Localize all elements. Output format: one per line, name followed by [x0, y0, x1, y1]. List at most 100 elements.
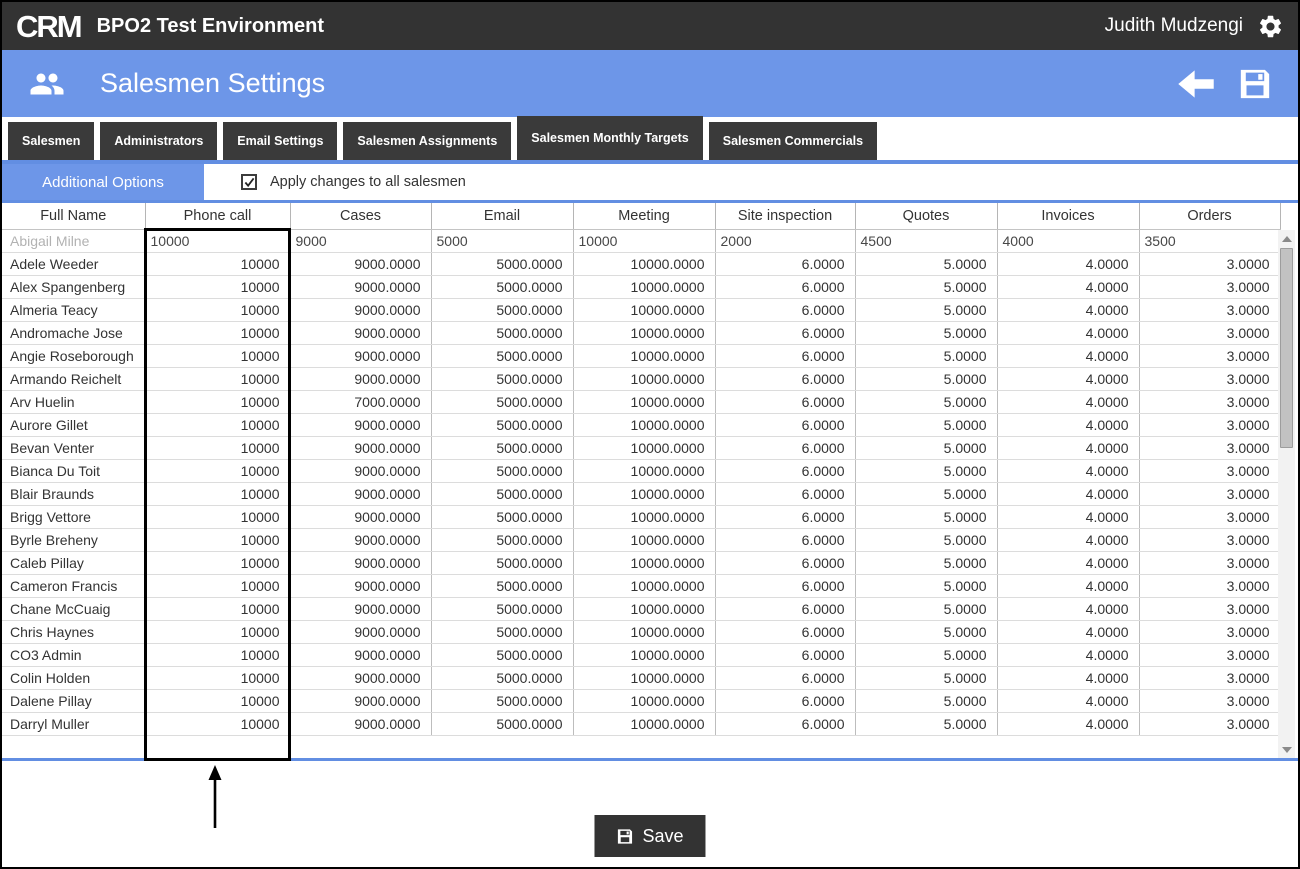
cell-phone-call[interactable]: 10000 — [145, 551, 290, 574]
cell-site-inspection[interactable]: 6.0000 — [715, 275, 855, 298]
cell-orders[interactable]: 3.0000 — [1139, 367, 1280, 390]
cell-phone-call[interactable]: 10000 — [145, 620, 290, 643]
cell-meeting[interactable]: 10000.0000 — [573, 459, 715, 482]
cell-site-inspection[interactable]: 6.0000 — [715, 436, 855, 459]
cell-orders[interactable]: 3.0000 — [1139, 666, 1280, 689]
cell-invoices[interactable]: 4.0000 — [997, 436, 1139, 459]
cell-quotes[interactable]: 5.0000 — [855, 712, 997, 735]
column-header-full-name[interactable]: Full Name — [2, 203, 145, 229]
cell-cases[interactable]: 9000.0000 — [290, 643, 431, 666]
cell-full-name[interactable]: Brigg Vettore — [2, 505, 145, 528]
cell-meeting[interactable]: 10000.0000 — [573, 666, 715, 689]
gear-icon[interactable] — [1257, 13, 1284, 40]
cell-phone-call[interactable]: 10000 — [145, 344, 290, 367]
cell-cases[interactable]: 9000.0000 — [290, 574, 431, 597]
cell-full-name[interactable]: Abigail Milne — [2, 229, 145, 252]
cell-phone-call[interactable]: 10000 — [145, 229, 290, 252]
column-header-quotes[interactable]: Quotes — [855, 203, 997, 229]
cell-site-inspection[interactable]: 6.0000 — [715, 528, 855, 551]
cell-cases[interactable]: 9000.0000 — [290, 367, 431, 390]
cell-orders[interactable]: 3.0000 — [1139, 344, 1280, 367]
cell-orders[interactable]: 3.0000 — [1139, 459, 1280, 482]
cell-full-name[interactable]: Bevan Venter — [2, 436, 145, 459]
cell-meeting[interactable]: 10000.0000 — [573, 252, 715, 275]
column-header-site-inspection[interactable]: Site inspection — [715, 203, 855, 229]
cell-orders[interactable]: 3.0000 — [1139, 298, 1280, 321]
cell-site-inspection[interactable]: 6.0000 — [715, 505, 855, 528]
cell-invoices[interactable]: 4000 — [997, 229, 1139, 252]
column-header-email[interactable]: Email — [431, 203, 573, 229]
column-header-meeting[interactable]: Meeting — [573, 203, 715, 229]
cell-phone-call[interactable]: 10000 — [145, 459, 290, 482]
cell-email[interactable]: 5000 — [431, 229, 573, 252]
cell-email[interactable]: 5000.0000 — [431, 620, 573, 643]
cell-site-inspection[interactable]: 6.0000 — [715, 689, 855, 712]
cell-meeting[interactable]: 10000.0000 — [573, 597, 715, 620]
cell-meeting[interactable]: 10000.0000 — [573, 275, 715, 298]
cell-email[interactable]: 5000.0000 — [431, 321, 573, 344]
cell-cases[interactable]: 9000.0000 — [290, 459, 431, 482]
cell-site-inspection[interactable]: 6.0000 — [715, 620, 855, 643]
cell-cases[interactable]: 7000.0000 — [290, 390, 431, 413]
tab-salesmen[interactable]: Salesmen — [8, 122, 94, 160]
cell-orders[interactable]: 3.0000 — [1139, 275, 1280, 298]
cell-email[interactable]: 5000.0000 — [431, 482, 573, 505]
save-button[interactable]: Save — [594, 815, 705, 857]
cell-full-name[interactable]: Colin Holden — [2, 666, 145, 689]
tab-salesmen-assignments[interactable]: Salesmen Assignments — [343, 122, 511, 160]
cell-cases[interactable]: 9000.0000 — [290, 275, 431, 298]
cell-full-name[interactable]: Caleb Pillay — [2, 551, 145, 574]
cell-quotes[interactable]: 5.0000 — [855, 298, 997, 321]
cell-invoices[interactable]: 4.0000 — [997, 275, 1139, 298]
cell-phone-call[interactable]: 10000 — [145, 275, 290, 298]
cell-phone-call[interactable]: 10000 — [145, 643, 290, 666]
cell-site-inspection[interactable]: 2000 — [715, 229, 855, 252]
cell-email[interactable]: 5000.0000 — [431, 367, 573, 390]
cell-meeting[interactable]: 10000.0000 — [573, 390, 715, 413]
cell-orders[interactable]: 3.0000 — [1139, 551, 1280, 574]
cell-meeting[interactable]: 10000.0000 — [573, 620, 715, 643]
cell-invoices[interactable]: 4.0000 — [997, 551, 1139, 574]
cell-site-inspection[interactable]: 6.0000 — [715, 252, 855, 275]
column-header-orders[interactable]: Orders — [1139, 203, 1280, 229]
cell-invoices[interactable]: 4.0000 — [997, 413, 1139, 436]
cell-cases[interactable]: 9000.0000 — [290, 689, 431, 712]
cell-site-inspection[interactable]: 6.0000 — [715, 482, 855, 505]
cell-phone-call[interactable]: 10000 — [145, 367, 290, 390]
cell-phone-call[interactable]: 10000 — [145, 505, 290, 528]
cell-phone-call[interactable]: 10000 — [145, 252, 290, 275]
cell-meeting[interactable]: 10000.0000 — [573, 528, 715, 551]
cell-cases[interactable]: 9000.0000 — [290, 505, 431, 528]
cell-quotes[interactable]: 5.0000 — [855, 551, 997, 574]
cell-quotes[interactable]: 5.0000 — [855, 482, 997, 505]
cell-quotes[interactable]: 5.0000 — [855, 275, 997, 298]
cell-full-name[interactable]: Cameron Francis — [2, 574, 145, 597]
cell-orders[interactable]: 3500 — [1139, 229, 1280, 252]
cell-full-name[interactable]: Byrle Breheny — [2, 528, 145, 551]
cell-invoices[interactable]: 4.0000 — [997, 597, 1139, 620]
cell-phone-call[interactable]: 10000 — [145, 712, 290, 735]
cell-email[interactable]: 5000.0000 — [431, 505, 573, 528]
cell-invoices[interactable]: 4.0000 — [997, 298, 1139, 321]
cell-quotes[interactable]: 5.0000 — [855, 459, 997, 482]
cell-orders[interactable]: 3.0000 — [1139, 689, 1280, 712]
cell-email[interactable]: 5000.0000 — [431, 666, 573, 689]
cell-meeting[interactable]: 10000.0000 — [573, 482, 715, 505]
cell-quotes[interactable]: 5.0000 — [855, 666, 997, 689]
cell-invoices[interactable]: 4.0000 — [997, 574, 1139, 597]
cell-email[interactable]: 5000.0000 — [431, 689, 573, 712]
additional-options-tab[interactable]: Additional Options — [2, 164, 204, 200]
cell-meeting[interactable]: 10000.0000 — [573, 344, 715, 367]
cell-cases[interactable]: 9000.0000 — [290, 528, 431, 551]
cell-phone-call[interactable]: 10000 — [145, 574, 290, 597]
cell-full-name[interactable]: Armando Reichelt — [2, 367, 145, 390]
cell-full-name[interactable]: Darryl Muller — [2, 712, 145, 735]
cell-full-name[interactable]: Adele Weeder — [2, 252, 145, 275]
cell-full-name[interactable]: Arv Huelin — [2, 390, 145, 413]
cell-email[interactable]: 5000.0000 — [431, 298, 573, 321]
cell-meeting[interactable]: 10000.0000 — [573, 367, 715, 390]
cell-quotes[interactable]: 5.0000 — [855, 367, 997, 390]
cell-orders[interactable]: 3.0000 — [1139, 712, 1280, 735]
cell-orders[interactable]: 3.0000 — [1139, 620, 1280, 643]
cell-quotes[interactable]: 5.0000 — [855, 574, 997, 597]
